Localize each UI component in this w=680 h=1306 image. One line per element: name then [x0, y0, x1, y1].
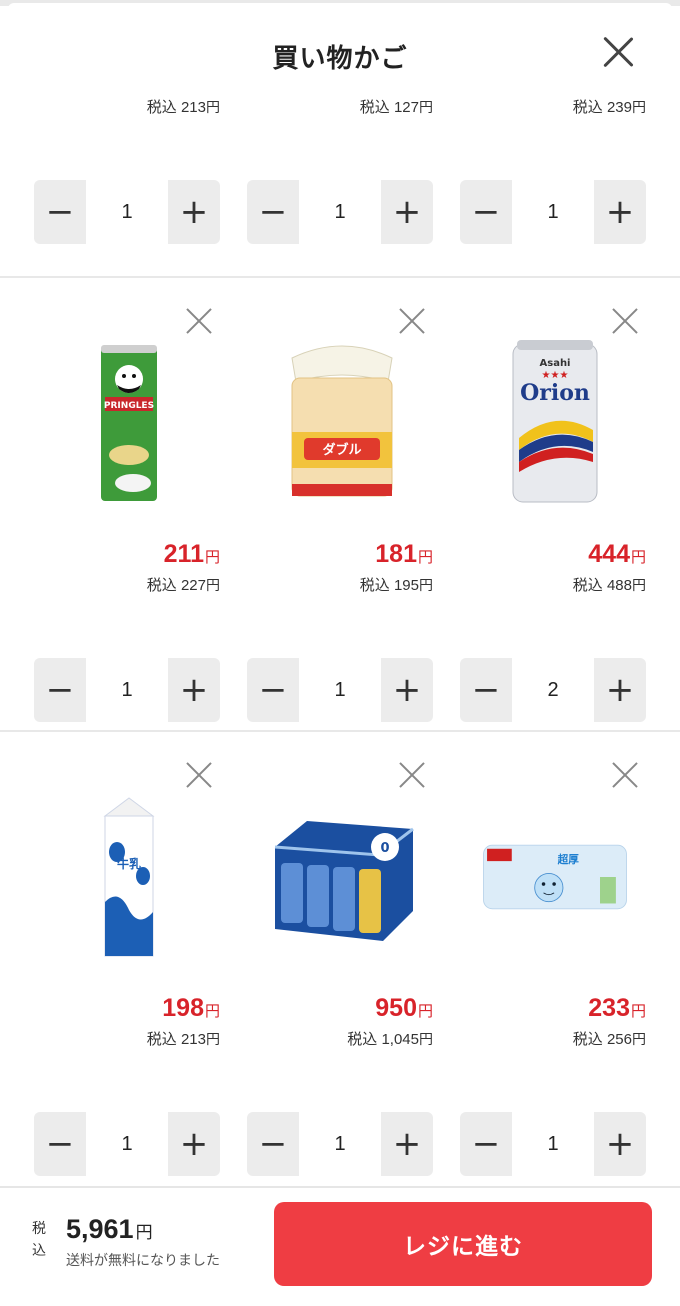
quantity-value[interactable]: 2	[512, 658, 594, 722]
svg-text:ダブル: ダブル	[322, 442, 361, 458]
svg-text:PRINGLES: PRINGLES	[104, 401, 154, 411]
page-title: 買い物かご	[272, 44, 408, 74]
decrease-button[interactable]: −	[34, 658, 86, 722]
quantity-stepper: − 1 +	[247, 180, 433, 244]
remove-item-icon[interactable]	[399, 308, 425, 334]
increase-button[interactable]: +	[594, 1112, 646, 1176]
remove-item-icon[interactable]	[186, 762, 212, 788]
cart-header: 買い物かご	[0, 6, 680, 94]
svg-text:Orion: Orion	[520, 380, 590, 406]
decrease-button[interactable]: −	[247, 180, 299, 244]
close-icon[interactable]	[602, 36, 634, 68]
checkout-button[interactable]: レジに進む	[274, 1202, 652, 1286]
item-taxed-price: 税込 239円	[572, 99, 646, 116]
increase-button[interactable]: +	[594, 658, 646, 722]
product-image: 0	[267, 792, 417, 962]
free-shipping-note: 送料が無料になりました	[66, 1253, 220, 1269]
quantity-stepper: − 2 +	[460, 658, 646, 722]
item-price: 233円	[588, 994, 646, 1022]
quantity-stepper: − 1 +	[247, 658, 433, 722]
increase-button[interactable]: +	[381, 180, 433, 244]
increase-button[interactable]: +	[381, 1112, 433, 1176]
pringles-can-icon: PRINGLES	[101, 345, 157, 501]
increase-button[interactable]: +	[168, 180, 220, 244]
decrease-button[interactable]: −	[460, 1112, 512, 1176]
quantity-value[interactable]: 1	[512, 1112, 594, 1176]
quantity-stepper: − 1 +	[34, 658, 220, 722]
product-image: 超厚	[480, 792, 630, 962]
cart-item: 222円 税込 239円 − 1 +	[460, 94, 646, 272]
tax-included-label: 税込	[32, 1221, 46, 1259]
product-image: Asahi ★★★ Orion	[480, 338, 630, 508]
increase-button[interactable]: +	[168, 658, 220, 722]
cart-item: 超厚 233円 税込 256円 − 1 +	[460, 732, 646, 1186]
product-image: ダブル	[267, 338, 417, 508]
decrease-button[interactable]: −	[247, 1112, 299, 1176]
quantity-value[interactable]: 1	[86, 180, 168, 244]
item-taxed-price: 税込 1,045円	[347, 1031, 433, 1048]
item-price: 211円	[163, 540, 220, 568]
remove-item-icon[interactable]	[612, 762, 638, 788]
bread-loaf-icon: ダブル	[291, 345, 393, 497]
cart-item: ダブル 181円 税込 195円 − 1 +	[247, 278, 433, 732]
cart-total: 5,961 円	[66, 1214, 153, 1244]
decrease-button[interactable]: −	[34, 1112, 86, 1176]
beer-six-pack-icon: 0	[274, 821, 414, 941]
quantity-value[interactable]: 1	[299, 658, 381, 722]
quantity-value[interactable]: 1	[86, 658, 168, 722]
cart-row: PRINGLES 211円 税込 227円 − 1 + ダブル 181円 税込 …	[0, 278, 680, 732]
decrease-button[interactable]: −	[460, 180, 512, 244]
cart-row: 198円 税込 213円 − 1 + 118円 税込 127円 − 1 + 22…	[0, 94, 680, 272]
quantity-value[interactable]: 1	[299, 180, 381, 244]
orion-beer-can-icon: Asahi ★★★ Orion	[512, 340, 598, 503]
remove-item-icon[interactable]	[186, 308, 212, 334]
cart-item: 牛乳 198円 税込 213円 − 1 +	[34, 732, 220, 1186]
cart-item: 198円 税込 213円 − 1 +	[34, 94, 220, 272]
svg-text:0: 0	[380, 841, 389, 856]
wet-wipes-pack-icon: 超厚	[483, 844, 627, 910]
item-taxed-price: 税込 213円	[146, 99, 220, 116]
decrease-button[interactable]: −	[247, 658, 299, 722]
cart-row: 牛乳 198円 税込 213円 − 1 + 0 950円 税込 1,045円 −…	[0, 732, 680, 1186]
svg-text:超厚: 超厚	[557, 853, 580, 866]
quantity-stepper: − 1 +	[460, 180, 646, 244]
item-price: 950円	[375, 994, 433, 1022]
quantity-stepper: − 1 +	[34, 180, 220, 244]
item-taxed-price: 税込 227円	[146, 577, 220, 594]
item-taxed-price: 税込 256円	[572, 1031, 646, 1048]
decrease-button[interactable]: −	[460, 658, 512, 722]
milk-carton-icon: 牛乳	[103, 797, 155, 957]
item-taxed-price: 税込 488円	[572, 577, 646, 594]
product-image: PRINGLES	[54, 338, 204, 508]
cart-items-list[interactable]: 198円 税込 213円 − 1 + 118円 税込 127円 − 1 + 22…	[0, 94, 680, 1186]
cart-item: PRINGLES 211円 税込 227円 − 1 +	[34, 278, 220, 732]
item-price: 198円	[162, 994, 220, 1022]
item-taxed-price: 税込 195円	[359, 577, 433, 594]
item-taxed-price: 税込 213円	[146, 1031, 220, 1048]
decrease-button[interactable]: −	[34, 180, 86, 244]
increase-button[interactable]: +	[594, 180, 646, 244]
quantity-stepper: − 1 +	[247, 1112, 433, 1176]
svg-text:牛乳: 牛乳	[117, 856, 141, 871]
svg-text:Asahi: Asahi	[540, 358, 571, 369]
increase-button[interactable]: +	[381, 658, 433, 722]
item-price: 444円	[588, 540, 646, 568]
cart-item: 118円 税込 127円 − 1 +	[247, 94, 433, 272]
cart-item: 0 950円 税込 1,045円 − 1 +	[247, 732, 433, 1186]
increase-button[interactable]: +	[168, 1112, 220, 1176]
cart-footer: 税込 5,961 円 送料が無料になりました レジに進む	[0, 1186, 680, 1306]
quantity-value[interactable]: 1	[86, 1112, 168, 1176]
quantity-value[interactable]: 1	[299, 1112, 381, 1176]
quantity-stepper: − 1 +	[34, 1112, 220, 1176]
item-price: 181円	[375, 540, 433, 568]
product-image: 牛乳	[54, 792, 204, 962]
item-taxed-price: 税込 127円	[359, 99, 433, 116]
quantity-value[interactable]: 1	[512, 180, 594, 244]
remove-item-icon[interactable]	[399, 762, 425, 788]
quantity-stepper: − 1 +	[460, 1112, 646, 1176]
cart-item: Asahi ★★★ Orion 444円 税込 488円 − 2 +	[460, 278, 646, 732]
remove-item-icon[interactable]	[612, 308, 638, 334]
